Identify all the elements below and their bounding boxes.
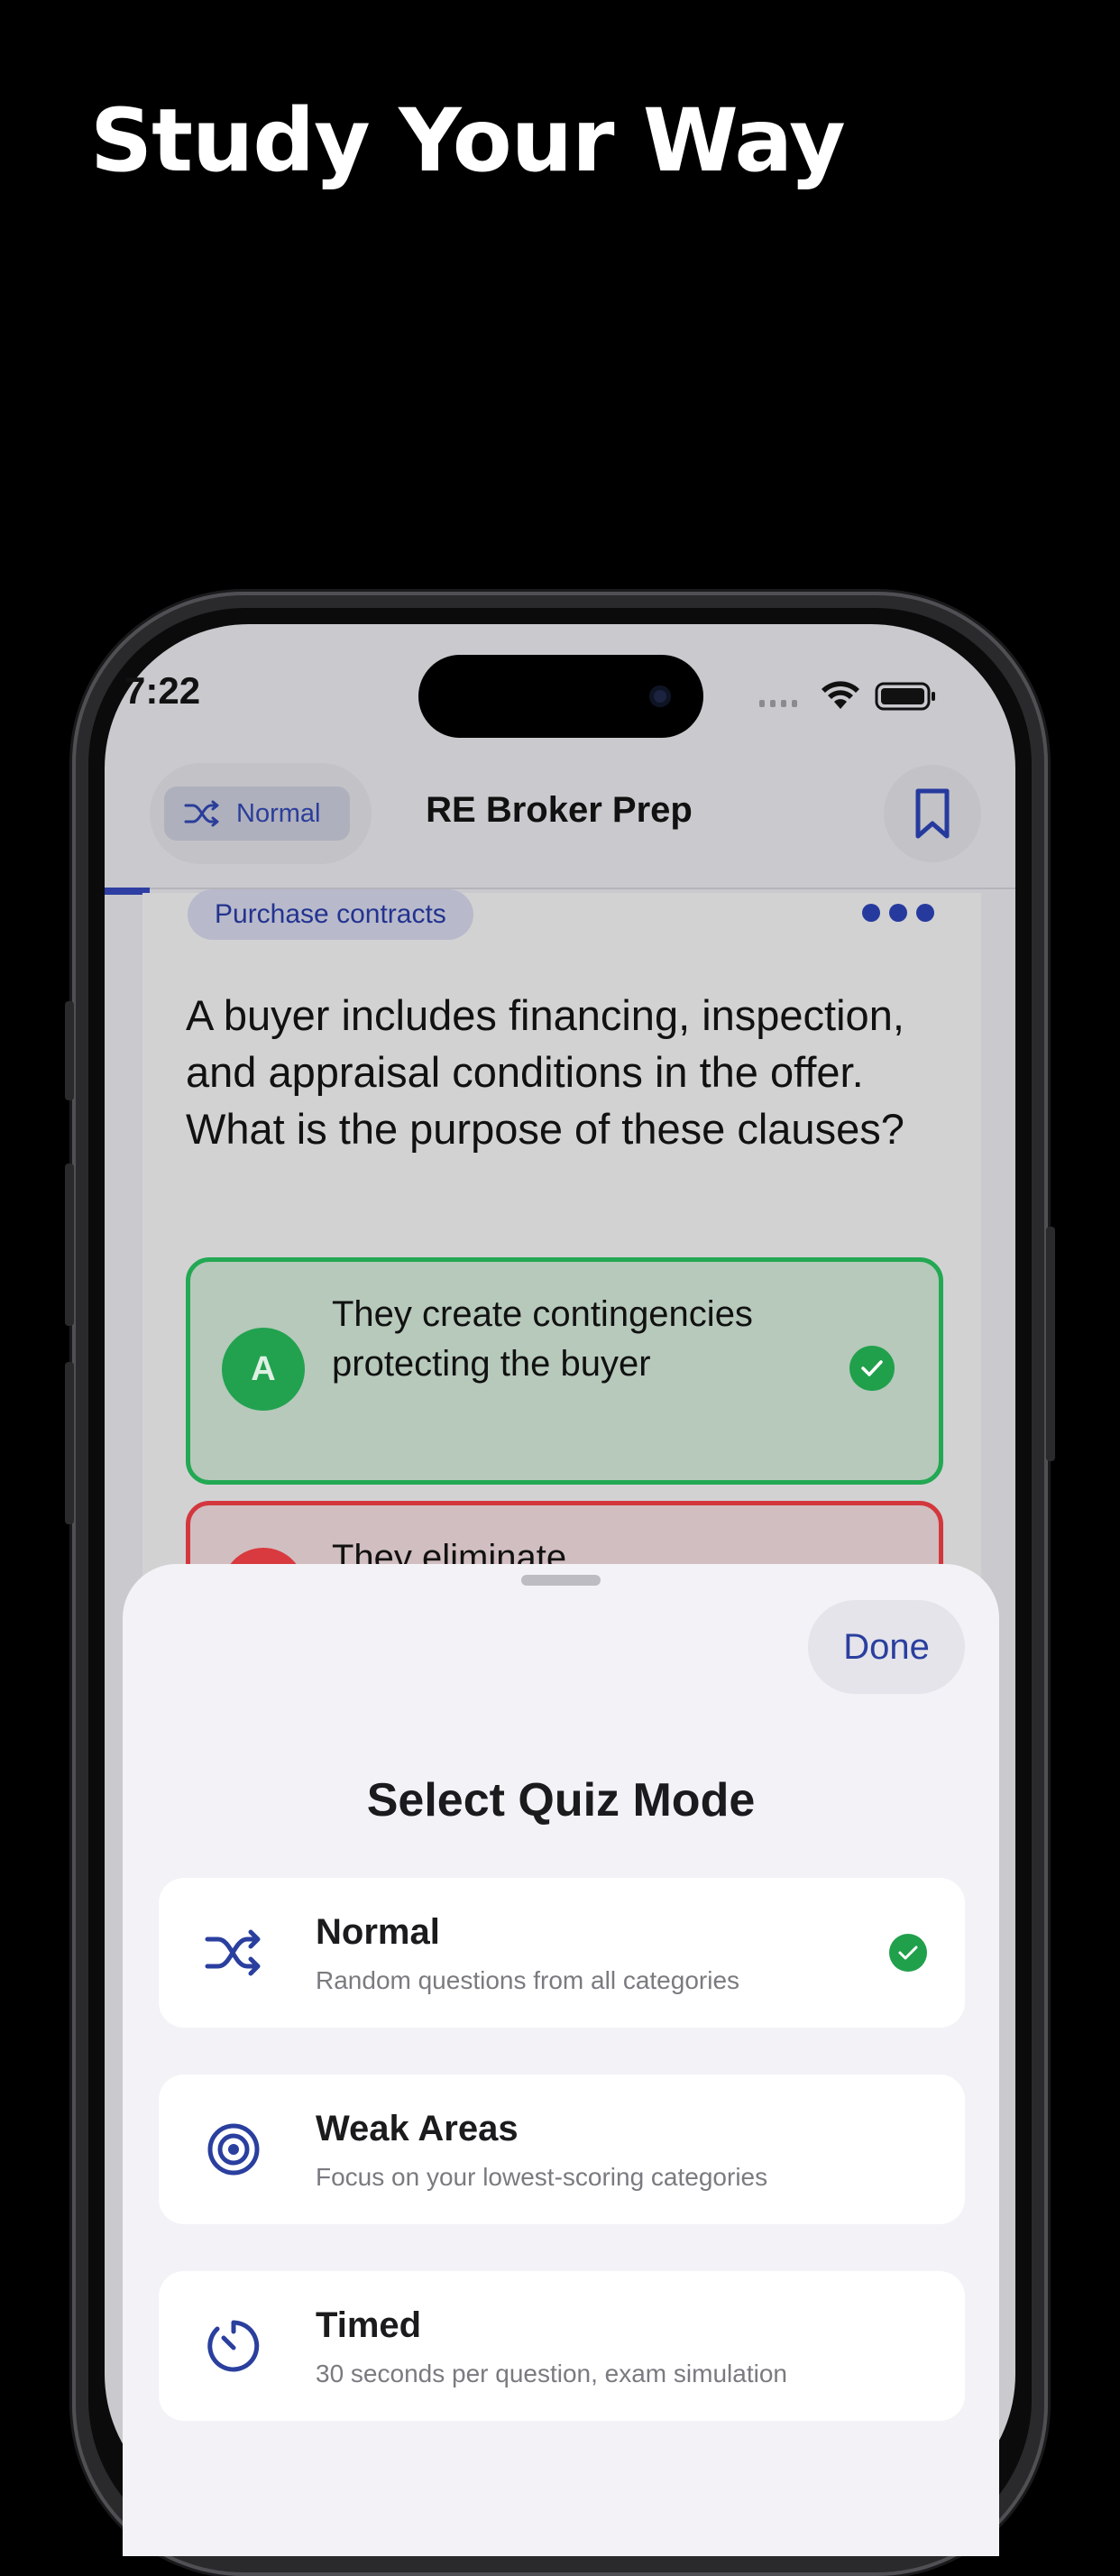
marketing-headline: Study Your Way xyxy=(90,90,846,191)
dot-icon xyxy=(889,904,907,922)
mode-option-normal[interactable]: Normal Random questions from all categor… xyxy=(159,1878,965,2028)
answer-letter-a: A xyxy=(222,1328,305,1411)
mode-name: Weak Areas xyxy=(316,2109,519,2148)
phone-volume-down xyxy=(65,1362,74,1524)
dot-icon xyxy=(862,904,880,922)
mode-option-weak-areas[interactable]: Weak Areas Focus on your lowest-scoring … xyxy=(159,2075,965,2224)
shuffle-icon xyxy=(184,800,219,827)
correct-check-icon xyxy=(849,1346,895,1391)
phone-volume-up xyxy=(65,1164,74,1326)
status-time: 7:22 xyxy=(124,669,201,712)
dot-icon xyxy=(916,904,934,922)
mode-name: Normal xyxy=(316,1912,440,1952)
more-options-button[interactable] xyxy=(862,904,934,922)
mode-name: Timed xyxy=(316,2305,422,2345)
phone-power-button xyxy=(1046,1227,1055,1461)
status-icons xyxy=(759,681,935,711)
mode-description: Random questions from all categories xyxy=(316,1966,740,1994)
quiz-mode-label: Normal xyxy=(236,798,321,828)
bookmark-button[interactable] xyxy=(884,765,981,862)
selected-check-icon xyxy=(889,1934,927,1972)
cellular-signal-icon xyxy=(759,700,797,707)
shuffle-icon xyxy=(205,1929,261,1976)
target-icon xyxy=(207,2123,260,2176)
page-title: RE Broker Prep xyxy=(426,790,693,830)
done-button[interactable]: Done xyxy=(808,1600,965,1694)
battery-icon xyxy=(875,682,935,711)
mode-description: 30 seconds per question, exam simulation xyxy=(316,2360,787,2387)
bookmark-icon xyxy=(915,788,950,839)
mode-option-timed[interactable]: Timed 30 seconds per question, exam simu… xyxy=(159,2271,965,2421)
quiz-mode-button[interactable]: Normal xyxy=(164,787,350,841)
mode-description: Focus on your lowest-scoring categories xyxy=(316,2163,768,2191)
question-text: A buyer includes financing, inspection, … xyxy=(186,991,904,1153)
answer-text-a: They create contingencies protecting the… xyxy=(332,1294,753,1384)
camera-icon xyxy=(649,685,671,707)
sheet-grabber[interactable] xyxy=(521,1575,601,1586)
wifi-icon xyxy=(822,681,859,709)
category-badge: Purchase contracts xyxy=(188,889,473,940)
phone-action-button xyxy=(65,1001,74,1100)
timer-icon xyxy=(207,2320,260,2372)
sheet-title: Select Quiz Mode xyxy=(366,1774,756,1826)
